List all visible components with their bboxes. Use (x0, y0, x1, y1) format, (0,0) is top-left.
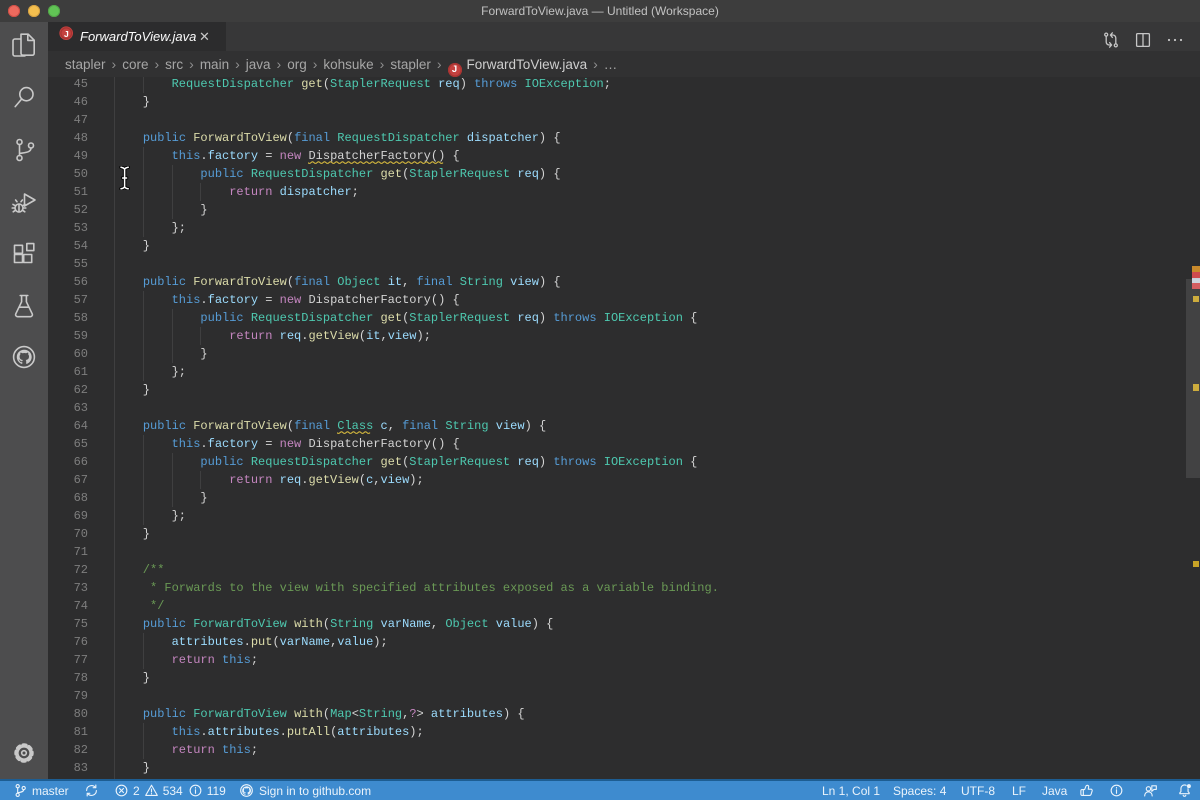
svg-text:J: J (64, 29, 69, 39)
